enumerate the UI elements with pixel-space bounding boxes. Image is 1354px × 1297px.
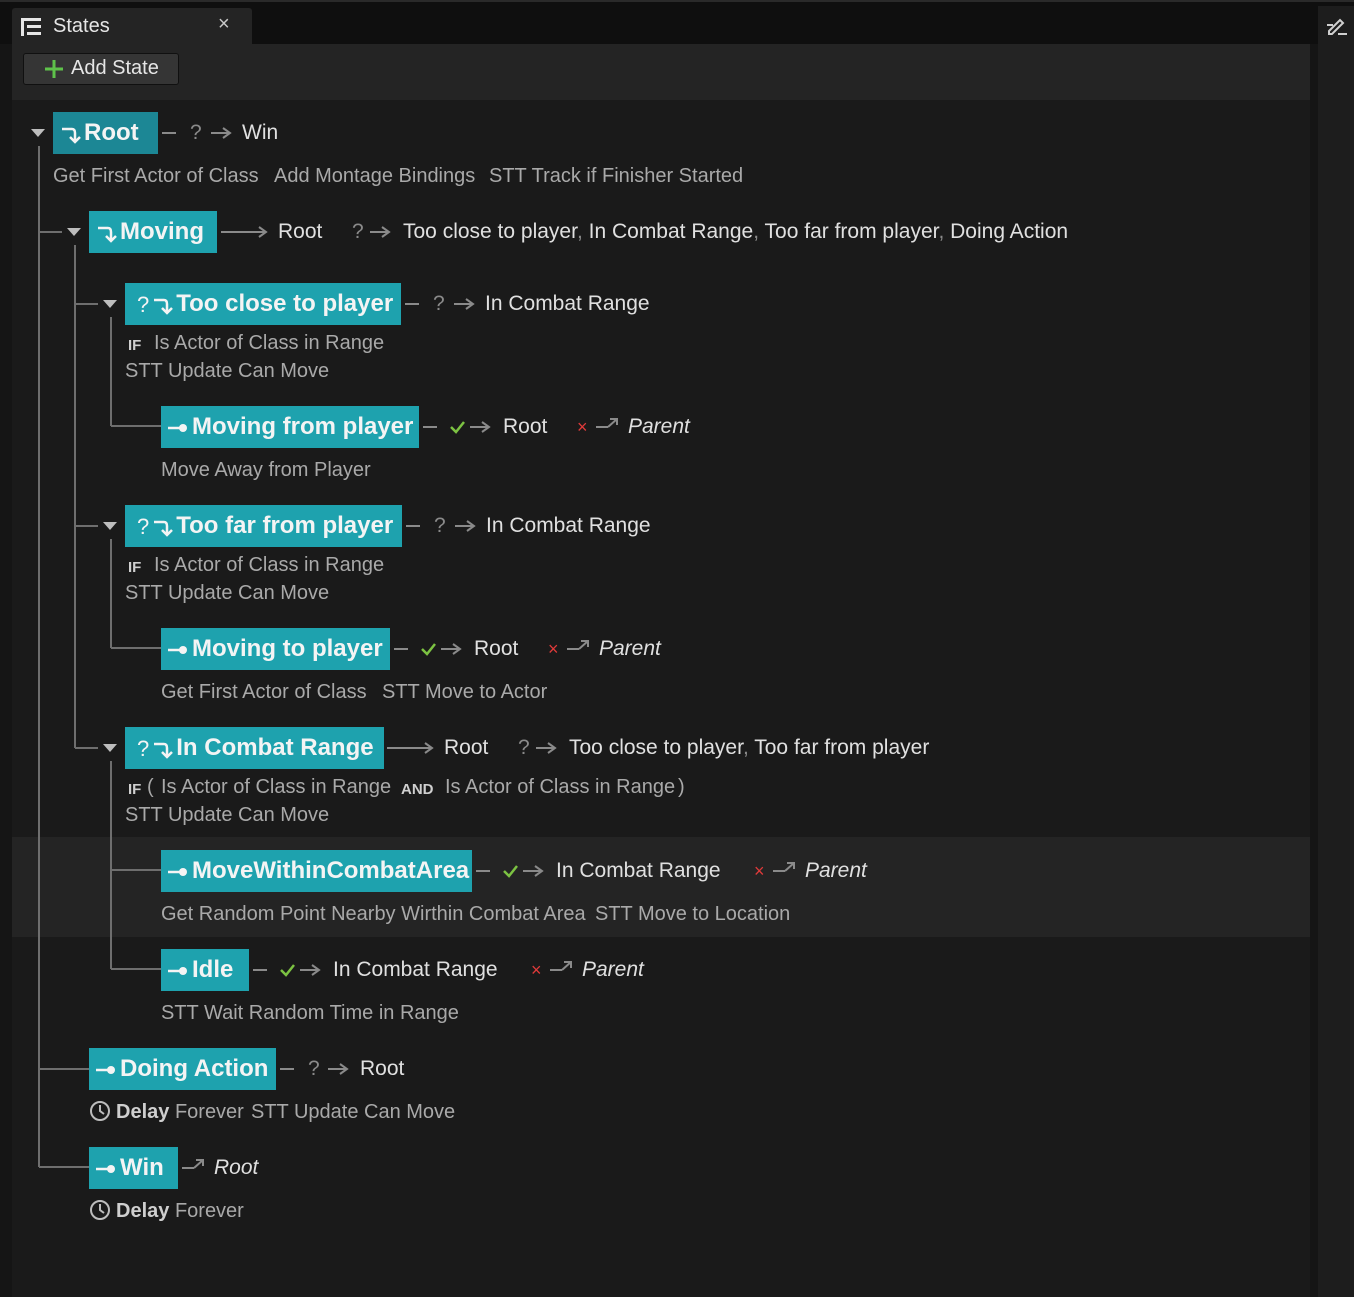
task: STT Move to Actor (382, 681, 548, 703)
state-name: Root (84, 119, 139, 146)
transition-target[interactable]: Parent (599, 637, 661, 661)
transition-condition-icon: ? (352, 220, 364, 243)
state-name: Too close to player (176, 290, 394, 317)
subtree-icon (154, 742, 174, 759)
state-move-within-combat-area[interactable]: MoveWithinCombatArea (161, 850, 472, 892)
state-moving[interactable]: Moving (89, 211, 217, 253)
transition-condition-icon: ? (308, 1057, 320, 1080)
transition-condition-icon: ? (433, 292, 445, 315)
state-name: Too far from player (176, 512, 394, 539)
state-name: In Combat Range (176, 734, 374, 761)
task: STT Update Can Move (125, 804, 330, 826)
enter-condition: Is Actor of Class in Range (154, 332, 385, 354)
transition-target[interactable]: Root (444, 736, 488, 760)
if-label: IF (128, 781, 142, 798)
clock-icon (90, 1101, 110, 1121)
and-label: AND (401, 781, 434, 798)
fail-icon: × (577, 417, 588, 437)
if-label: IF (128, 337, 142, 354)
transition-target[interactable]: In Combat Range (485, 292, 650, 316)
transition-target[interactable]: Parent (805, 859, 867, 883)
state-root[interactable]: Root (53, 112, 158, 154)
state-moving-to-player[interactable]: Moving to player (161, 628, 390, 670)
transition-target[interactable]: Too close to player, Too far from player (569, 736, 929, 760)
enter-condition: Is Actor of Class in Range (161, 776, 392, 798)
task: STT Track if Finisher Started (489, 165, 744, 187)
fail-icon: × (531, 960, 542, 980)
state-name: MoveWithinCombatArea (192, 857, 470, 884)
subtree-icon (98, 226, 117, 243)
subtree-icon (154, 298, 174, 315)
task: STT Wait Random Time in Range (161, 1002, 459, 1024)
transition-target[interactable]: Parent (628, 415, 690, 439)
state-name: Moving (120, 218, 204, 245)
paren-open: ( (147, 776, 154, 798)
transition-condition-icon: ? (434, 514, 446, 537)
delay-task: Delay Forever (116, 1200, 244, 1222)
expand-root-caret[interactable] (31, 129, 45, 137)
task: Get Random Point Nearby Wirthin Combat A… (161, 903, 586, 925)
fail-icon: × (754, 861, 765, 881)
state-moving-from-player[interactable]: Moving from player (161, 406, 419, 448)
task-state-icon (168, 867, 187, 876)
task: Move Away from Player (161, 459, 371, 481)
state-name: Moving from player (192, 413, 414, 440)
task-state-icon (168, 645, 187, 654)
state-name: Win (120, 1154, 164, 1181)
state-too-close-to-player[interactable]: ? Too close to player (125, 283, 401, 325)
subtree-icon (154, 520, 174, 537)
state-name: Doing Action (120, 1055, 269, 1082)
task: STT Update Can Move (125, 582, 330, 604)
task-state-icon (168, 423, 187, 432)
task-state-icon (168, 966, 187, 975)
transition-target[interactable]: In Combat Range (556, 859, 721, 883)
if-label: IF (128, 559, 142, 576)
enter-condition: Is Actor of Class in Range (154, 554, 385, 576)
subtree-icon (62, 127, 81, 144)
task: Get First Actor of Class (161, 681, 367, 703)
fail-icon: × (548, 639, 559, 659)
clock-icon (90, 1200, 110, 1220)
transition-target[interactable]: In Combat Range (333, 958, 498, 982)
task: STT Move to Location (595, 903, 791, 925)
state-name: Idle (192, 956, 234, 983)
transition-target[interactable]: Root (474, 637, 518, 661)
transition-target[interactable]: Root (278, 220, 322, 244)
expand-too-close-caret[interactable] (103, 300, 117, 308)
state-win[interactable]: Win (89, 1147, 178, 1189)
state-doing-action[interactable]: Doing Action (89, 1048, 276, 1090)
task-state-icon (96, 1164, 115, 1173)
transition-target[interactable]: Parent (582, 958, 644, 982)
transition-target[interactable]: Root (503, 415, 547, 439)
enter-condition: Is Actor of Class in Range (445, 776, 676, 798)
task: Get First Actor of Class (53, 165, 259, 187)
transition-condition-icon: ? (518, 736, 530, 759)
task-state-icon (96, 1065, 115, 1074)
transition-condition-icon: ? (190, 121, 202, 144)
task: Add Montage Bindings (274, 165, 476, 187)
state-too-far-from-player[interactable]: ? Too far from player (125, 505, 402, 547)
expand-in-combat-caret[interactable] (103, 744, 117, 752)
state-name: Moving to player (192, 635, 383, 662)
transition-target[interactable]: In Combat Range (486, 514, 651, 538)
transition-target[interactable]: Win (242, 121, 278, 145)
transition-target[interactable]: Too close to player, In Combat Range, To… (403, 220, 1068, 244)
task: STT Update Can Move (125, 360, 330, 382)
task: STT Update Can Move (251, 1101, 456, 1123)
delay-task: Delay Forever (116, 1101, 244, 1123)
state-idle[interactable]: Idle (161, 949, 249, 991)
expand-moving-caret[interactable] (67, 228, 81, 236)
state-in-combat-range[interactable]: ? In Combat Range (125, 727, 384, 769)
transition-target[interactable]: Root (214, 1156, 258, 1180)
expand-too-far-caret[interactable] (103, 522, 117, 530)
transition-target[interactable]: Root (360, 1057, 404, 1081)
paren-close: ) (678, 776, 685, 798)
